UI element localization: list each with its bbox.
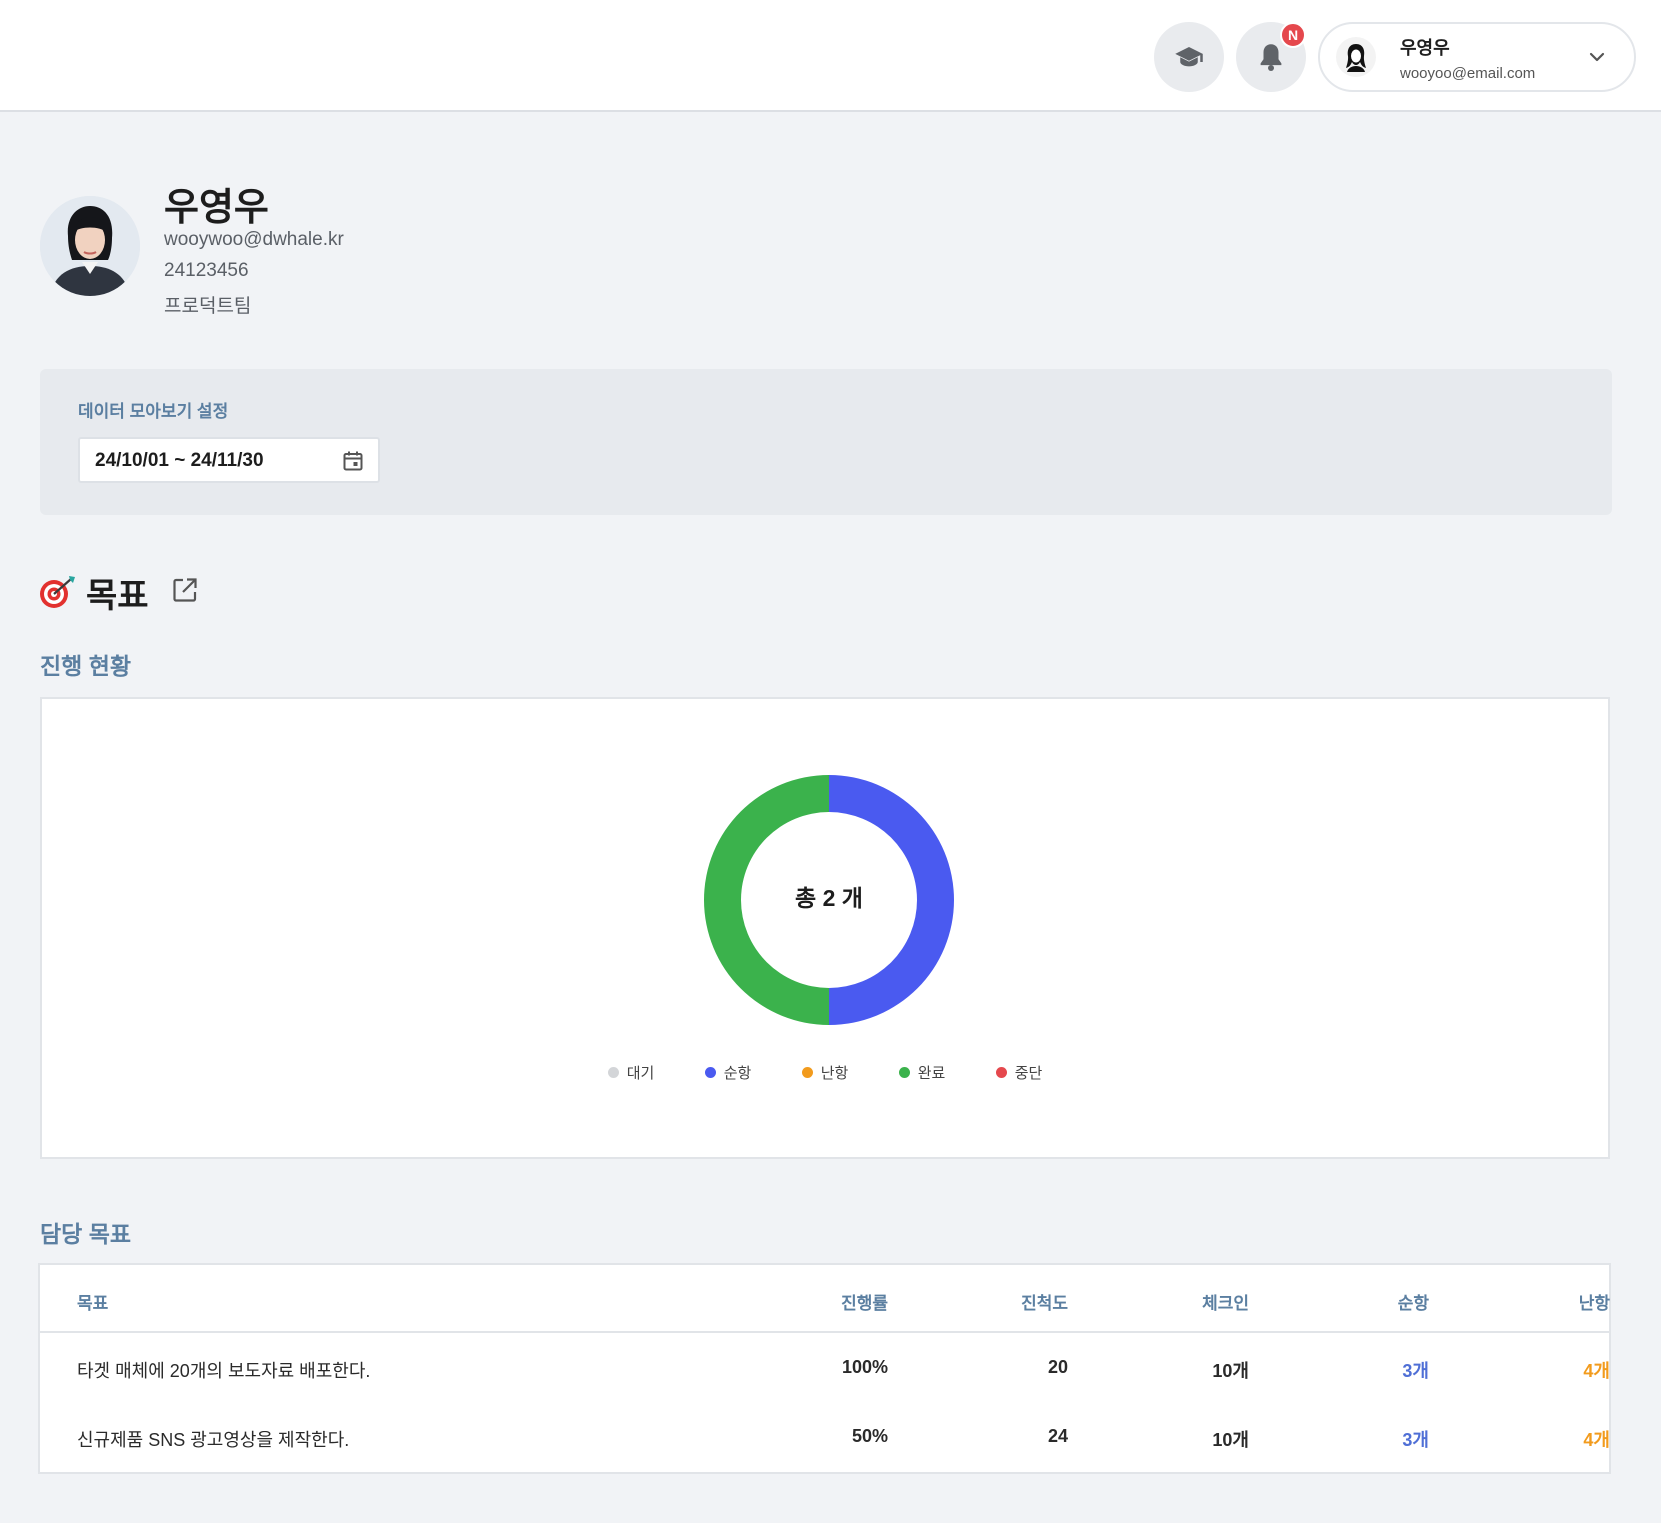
- table-header: 목표 진행률 진척도 체크인 순항 난항: [40, 1265, 1610, 1333]
- date-range-picker[interactable]: 24/10/01 ~ 24/11/30: [78, 437, 380, 483]
- user-menu[interactable]: 우영우 wooyoo@email.com: [1318, 22, 1636, 92]
- profile-name: 우영우: [164, 187, 269, 229]
- legend-dot: [801, 1067, 813, 1078]
- column-header-checkin[interactable]: 체크인: [1131, 1289, 1249, 1314]
- progress-cell: 20: [1047, 1357, 1068, 1377]
- profile-email: wooywoo@dwhale.kr: [164, 229, 344, 250]
- goal-name-cell[interactable]: 타겟 매체에 20개의 보도자료 배포한다.: [77, 1357, 370, 1383]
- legend-dot: [607, 1067, 619, 1078]
- goal-title: 목표: [86, 577, 149, 615]
- learning-button[interactable]: [1154, 22, 1224, 92]
- column-header-on-track[interactable]: 순항: [1311, 1289, 1429, 1314]
- legend-item[interactable]: 중단: [971, 1062, 1068, 1083]
- bell-icon: [1260, 44, 1282, 71]
- data-settings-panel: 데이터 모아보기 설정 24/10/01 ~ 24/11/30: [40, 369, 1612, 515]
- legend-item[interactable]: 순항: [680, 1062, 777, 1083]
- column-header-progress[interactable]: 진척도: [950, 1289, 1068, 1314]
- date-range-value: 24/10/01 ~ 24/11/30: [95, 450, 264, 471]
- header-user-name: 우영우: [1400, 38, 1450, 58]
- on-track-cell[interactable]: 3개: [1311, 1426, 1429, 1452]
- assigned-goals-title: 담당 목표: [40, 1221, 132, 1247]
- legend-label: 중단: [1014, 1065, 1043, 1082]
- column-header-off-track[interactable]: 난항: [1492, 1289, 1610, 1314]
- on-track-cell[interactable]: 3개: [1311, 1357, 1429, 1383]
- profile-employee-id: 24123456: [164, 260, 249, 281]
- legend-label: 난항: [820, 1065, 849, 1082]
- legend-item[interactable]: 완료: [874, 1062, 971, 1083]
- header-user-email: wooyoo@email.com: [1400, 65, 1536, 82]
- top-bar: N 우영우 wooyoo@email.com: [0, 0, 1661, 112]
- checkin-cell: 10개: [1212, 1361, 1249, 1381]
- profile-photo: [40, 196, 140, 296]
- progress-chart-panel: 총 2 개 대기 순항 난항 완료 중단: [40, 697, 1610, 1159]
- progress-status-title: 진행 현황: [40, 653, 132, 679]
- graduation-cap-icon: [1175, 47, 1203, 67]
- table-row[interactable]: 신규제품 SNS 광고영상을 제작한다. 50% 24 10개 3개 4개: [40, 1402, 1610, 1472]
- legend-dot: [898, 1067, 910, 1078]
- legend-label: 완료: [917, 1065, 946, 1082]
- legend-item[interactable]: 대기: [583, 1062, 680, 1083]
- avatar: [1336, 37, 1376, 77]
- legend-label: 순항: [723, 1065, 752, 1082]
- checkin-cell: 10개: [1212, 1430, 1249, 1450]
- legend-label: 대기: [626, 1065, 655, 1082]
- goals-table: 목표 진행률 진척도 체크인 순항 난항 타겟 매체에 20개의 보도자료 배포…: [38, 1263, 1611, 1474]
- progress-cell: 24: [1047, 1426, 1068, 1446]
- user-avatar-icon: [1346, 44, 1366, 72]
- goal-name-cell[interactable]: 신규제품 SNS 광고영상을 제작한다.: [77, 1426, 349, 1452]
- chart-legend: 대기 순항 난항 완료 중단: [42, 1062, 1608, 1083]
- progress-rate-cell: 100%: [841, 1357, 888, 1377]
- calendar-icon[interactable]: [342, 450, 364, 472]
- external-link-icon[interactable]: [172, 577, 198, 603]
- chevron-down-icon[interactable]: [1588, 48, 1606, 66]
- table-row[interactable]: 타겟 매체에 20개의 보도자료 배포한다. 100% 20 10개 3개 4개: [40, 1333, 1610, 1403]
- off-track-cell[interactable]: 4개: [1492, 1357, 1610, 1383]
- off-track-cell[interactable]: 4개: [1492, 1426, 1610, 1452]
- column-header-progress-rate[interactable]: 진행률: [770, 1289, 888, 1314]
- column-header-goal[interactable]: 목표: [77, 1289, 108, 1314]
- progress-rate-cell: 50%: [851, 1426, 888, 1446]
- legend-dot: [704, 1067, 716, 1078]
- data-settings-label: 데이터 모아보기 설정: [78, 402, 229, 421]
- target-icon: [40, 576, 75, 608]
- donut-center-label: 총 2 개: [795, 885, 863, 911]
- legend-dot: [995, 1067, 1007, 1078]
- profile-team: 프로덕트팀: [164, 296, 252, 317]
- notification-badge: N: [1280, 22, 1306, 48]
- legend-item[interactable]: 난항: [777, 1062, 874, 1083]
